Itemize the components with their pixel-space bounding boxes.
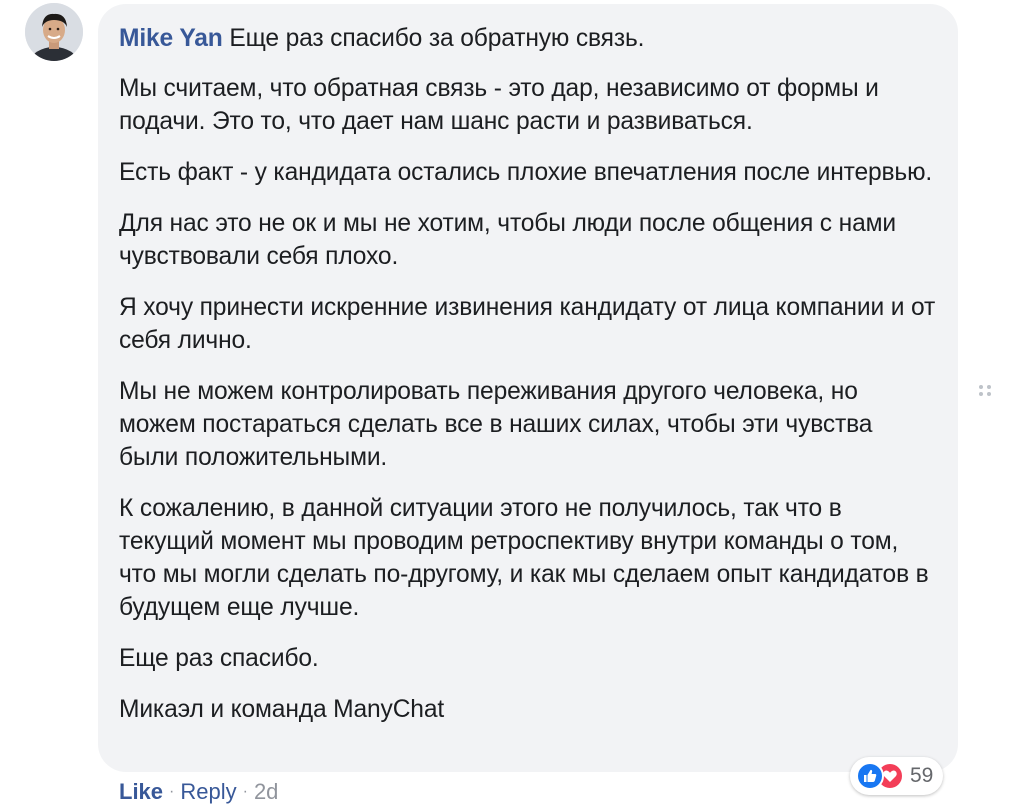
reactions-summary[interactable]: 59 (850, 757, 944, 795)
separator-dot: · (169, 783, 175, 800)
comment-paragraph: Есть факт - у кандидата остались плохие … (119, 159, 933, 186)
comment-first-line: Еще раз спасибо за обратную связь. (229, 25, 645, 52)
comment-paragraph: Мы считаем, что обратная связь - это дар… (119, 75, 879, 135)
profile-photo (25, 3, 83, 61)
author-name-link[interactable]: Mike Yan (119, 25, 223, 52)
comment-signature: Микаэл и команда ManyChat (119, 696, 445, 723)
comment-paragraph: Мы не можем контролировать переживания д… (119, 378, 873, 471)
like-reaction-icon (856, 762, 884, 790)
reaction-count: 59 (910, 764, 934, 787)
comment-paragraph: Для нас это не ок и мы не хотим, чтобы л… (119, 210, 896, 270)
separator-dot: · (242, 783, 248, 800)
more-dots-icon (979, 385, 991, 396)
like-button[interactable]: Like (119, 779, 163, 805)
comment-actions: Like · Reply · 2d (119, 779, 278, 805)
comment-first-paragraph: Mike Yan Еще раз спасибо за обратную свя… (119, 22, 936, 55)
comment-timestamp[interactable]: 2d (254, 779, 278, 805)
comment-paragraph: К сожалению, в данной ситуации этого не … (119, 495, 929, 621)
comment-body: Mike Yan Еще раз спасибо за обратную свя… (119, 22, 936, 726)
comment-paragraph: Еще раз спасибо. (119, 645, 319, 672)
reply-button[interactable]: Reply (180, 779, 236, 805)
comment-bubble: Mike Yan Еще раз спасибо за обратную свя… (98, 4, 958, 772)
comment-paragraph: Я хочу принести искренние извинения канд… (119, 294, 936, 354)
more-options-button[interactable] (977, 382, 993, 404)
avatar[interactable] (25, 3, 83, 61)
